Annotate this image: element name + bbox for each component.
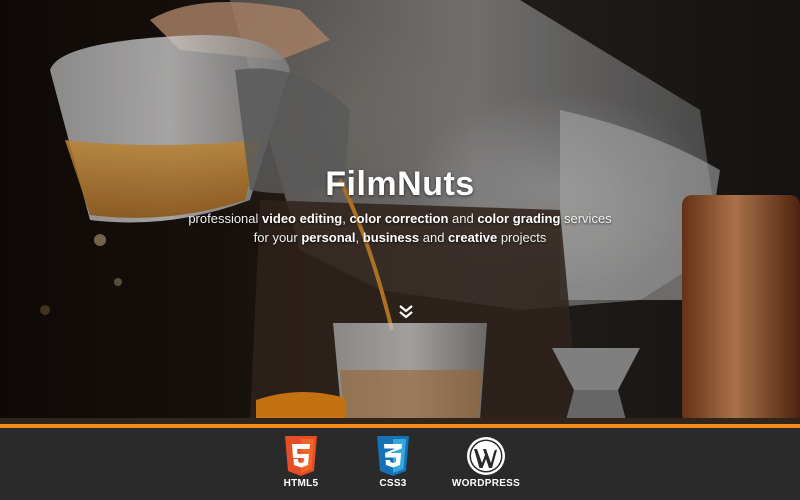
css3-icon [377, 436, 409, 476]
brand-title: FilmNuts [325, 165, 475, 203]
tagline-highlight: video editing [262, 211, 343, 226]
tagline-text: professional [188, 211, 263, 226]
tagline-line-1: professional video editing, color correc… [0, 210, 800, 227]
scroll-down-button[interactable] [396, 302, 416, 322]
badge-label: HTML5 [283, 478, 319, 489]
badge-label: WORDPRESS [451, 478, 521, 489]
tagline-highlight: personal [301, 230, 356, 245]
badge-html5: HTML5 [256, 436, 346, 489]
tagline-text: projects [497, 230, 547, 245]
tagline-highlight: creative [448, 230, 498, 245]
badge-label: CSS3 [379, 478, 407, 489]
tagline-line-2: for your personal, business and creative… [0, 229, 800, 246]
hero-text-block: FilmNuts professional video editing, col… [0, 160, 800, 246]
tagline-text: services [560, 211, 612, 226]
tagline-text: for your [253, 230, 302, 245]
tagline-text: and [419, 230, 449, 245]
badge-wordpress: WORDPRESS [441, 436, 531, 489]
tagline-text: , [355, 230, 363, 245]
badge-css3: CSS3 [348, 436, 438, 489]
html5-icon [285, 436, 317, 476]
tagline-highlight: color correction [349, 211, 449, 226]
double-chevron-down-icon [399, 305, 413, 319]
tagline-highlight: business [362, 230, 420, 245]
tagline-text: and [448, 211, 478, 226]
tech-badges-bar: HTML5 CSS3 WORDPRESS [0, 428, 800, 500]
tagline-highlight: color grading [477, 211, 561, 226]
hero-section: FilmNuts professional video editing, col… [0, 0, 800, 424]
wordpress-icon [467, 437, 505, 475]
